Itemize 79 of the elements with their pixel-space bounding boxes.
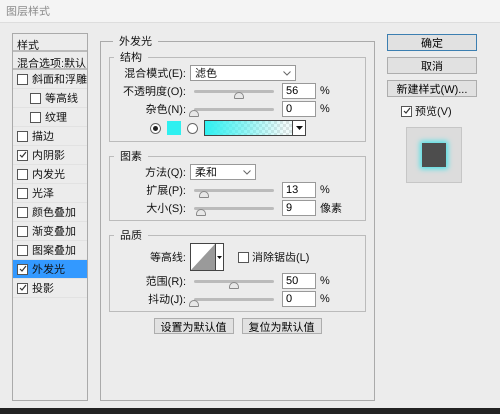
value-input[interactable]: 56 [282,83,316,99]
checkbox[interactable] [17,168,28,180]
gradient-picker[interactable] [204,120,306,136]
style-item[interactable]: 内阴影 [13,146,87,165]
slider-thumb[interactable] [234,92,244,98]
field-label: 抖动(J): [147,292,186,307]
style-item[interactable]: 颜色叠加 [13,203,87,222]
style-item[interactable]: 等高线 [13,89,87,108]
radio-button[interactable] [187,122,198,134]
contour-picker[interactable] [190,243,224,271]
list-header: 样式 [17,40,39,52]
field-label: 不透明度(O): [122,84,186,99]
style-item[interactable]: 投影 [13,279,87,298]
unit-label: % [320,103,330,115]
checkbox[interactable] [30,92,41,104]
group-title: 图素 [119,150,143,164]
unit-label: % [320,85,330,97]
dropdown-arrow-icon [296,126,302,130]
field-label: 范围(R): [144,274,186,289]
unit-label: % [320,184,330,196]
dropdown[interactable]: 柔和 [190,164,256,180]
checkbox[interactable] [17,188,28,198]
checkbox[interactable] [17,282,28,294]
style-item[interactable]: 外发光 [13,260,87,279]
slider-thumb[interactable] [189,110,199,116]
checkbox-label: 预览(V) [415,104,452,119]
action-button[interactable]: 取消 [387,57,477,74]
unit-label: % [320,275,330,287]
field-label: 扩展(P): [145,184,186,198]
panel-title: 外发光 [118,34,153,49]
slider-thumb[interactable] [196,208,206,216]
preview-square-icon [422,143,446,167]
value-input[interactable]: 0 [282,101,316,117]
slider-thumb[interactable] [229,282,239,288]
value-input[interactable]: 50 [282,273,316,289]
checkbox-label: 消除锯齿(L) [252,250,310,265]
value-input[interactable]: 9 [282,200,316,216]
window-title: 图层样式 [6,4,50,19]
field-label: 等高线: [148,250,186,265]
checkbox[interactable] [17,130,28,142]
style-item[interactable]: 纹理 [13,108,87,127]
style-item[interactable]: 光泽 [13,184,87,203]
blend-options-item[interactable]: 混合选项:默认 [17,58,86,70]
field-label: 大小(S): [145,202,186,216]
checkbox[interactable] [17,206,28,218]
field-label: 杂色(N): [144,102,186,117]
slider-thumb[interactable] [189,300,199,306]
radio-button[interactable] [150,122,161,134]
default-button[interactable]: 设置为默认值 [154,318,234,334]
checkbox[interactable] [17,244,28,256]
checkbox[interactable] [30,112,41,122]
group-title: 结构 [119,50,143,65]
unit-label: 像素 [320,202,342,216]
checkbox[interactable] [401,106,412,116]
dropdown[interactable]: 滤色 [190,65,296,81]
slider-thumb[interactable] [199,190,210,198]
dropdown-arrow-icon [217,256,222,258]
checkbox[interactable] [17,226,28,236]
action-button[interactable]: 确定 [387,34,477,51]
default-button[interactable]: 复位为默认值 [242,318,322,334]
field-label: 混合模式(E): [123,66,186,81]
checkbox[interactable] [238,252,249,262]
field-label: 方法(Q): [144,166,186,180]
value-input[interactable]: 13 [282,182,316,198]
style-item[interactable]: 描边 [13,127,87,146]
style-item[interactable]: 斜面和浮雕 [13,70,87,89]
contour-curve-icon [191,244,215,270]
style-item[interactable]: 渐变叠加 [13,222,87,241]
group-title: 品质 [119,229,143,243]
style-item[interactable]: 内发光 [13,165,87,184]
action-button[interactable]: 新建样式(W)... [387,80,477,97]
chevron-icon [243,170,251,174]
value-input[interactable]: 0 [282,291,316,307]
checkbox[interactable] [17,264,28,274]
chevron-icon [283,70,291,76]
color-swatch[interactable] [167,121,181,135]
checkbox[interactable] [17,150,28,160]
checkbox[interactable] [17,74,28,84]
unit-label: % [320,293,330,305]
